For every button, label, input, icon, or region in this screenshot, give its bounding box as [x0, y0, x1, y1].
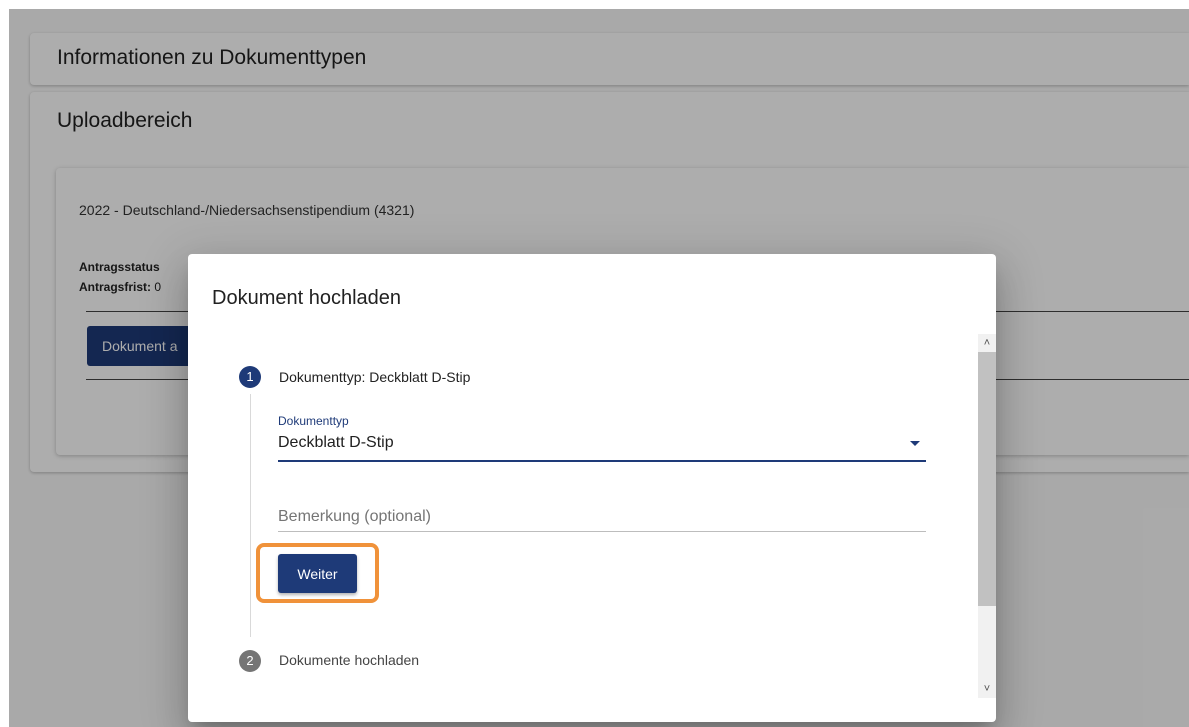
step-2-indicator[interactable]: 2 [239, 650, 261, 672]
dropdown-arrow-icon[interactable] [910, 441, 920, 446]
step-1-label[interactable]: Dokumenttyp: Deckblatt D-Stip [279, 369, 470, 385]
document-type-value[interactable]: Deckblatt D-Stip [278, 434, 394, 452]
scroll-down-icon[interactable]: ˅ [978, 680, 996, 698]
stepper-connector-line [250, 394, 251, 637]
step-1-indicator[interactable]: 1 [239, 366, 261, 388]
upload-dialog: Dokument hochladen 1 Dokumenttyp: Deckbl… [188, 254, 996, 722]
window-frame-top [0, 0, 1189, 9]
remark-underline [278, 531, 926, 532]
scroll-up-icon[interactable]: ˄ [978, 334, 996, 352]
window-frame-left [0, 0, 9, 727]
step-2-label[interactable]: Dokumente hochladen [279, 652, 419, 668]
next-button[interactable]: Weiter [278, 554, 357, 593]
document-type-label: Dokumenttyp [278, 414, 349, 428]
scrollbar-thumb[interactable] [978, 352, 996, 606]
document-type-underline [278, 460, 926, 462]
remark-placeholder[interactable]: Bemerkung (optional) [278, 508, 431, 526]
dialog-title: Dokument hochladen [212, 287, 402, 309]
